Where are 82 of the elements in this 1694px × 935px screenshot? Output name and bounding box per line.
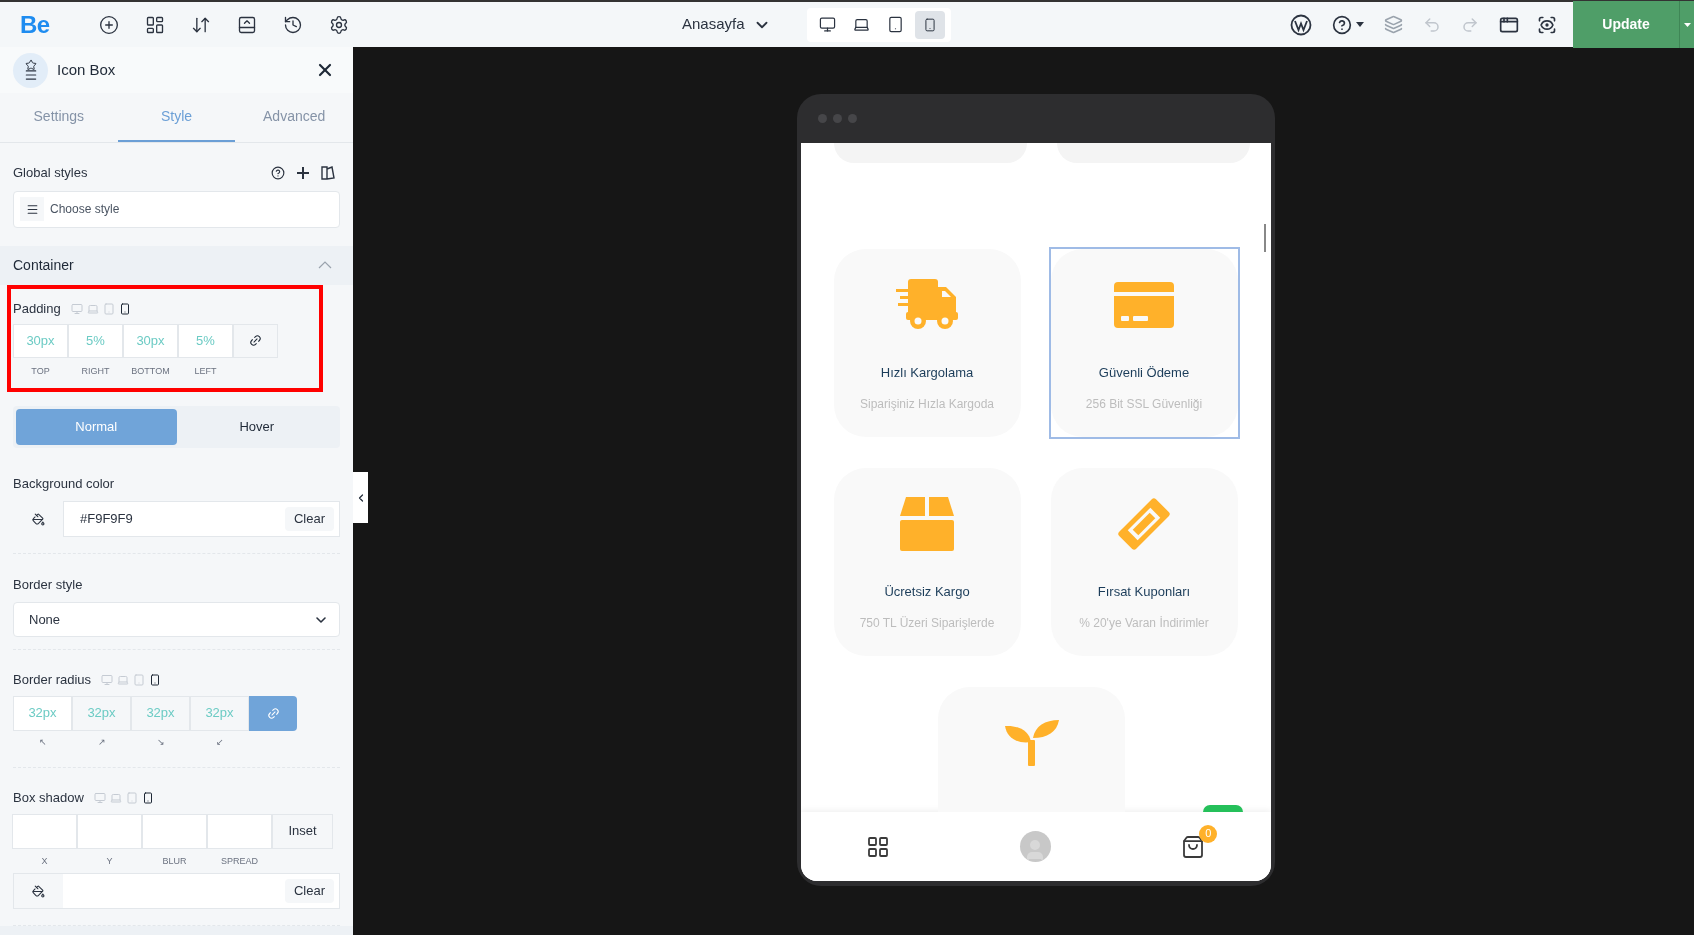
- card-subtitle: % 20'ye Varan İndirimler: [1079, 614, 1209, 632]
- card-title: Hızlı Kargolama: [880, 364, 974, 382]
- input-caption: BLUR: [162, 854, 187, 868]
- history-icon[interactable]: [283, 14, 303, 35]
- phone-icon[interactable]: [141, 791, 154, 804]
- w-logo-icon[interactable]: [1290, 13, 1312, 36]
- card-title: Fırsat Kuponları: [1097, 583, 1191, 601]
- desktop-icon: [819, 16, 837, 33]
- card-title: Ücretsiz Kargo: [884, 583, 970, 601]
- update-options-button[interactable]: [1679, 1, 1694, 48]
- scrollbar: [1263, 224, 1266, 252]
- phone-icon[interactable]: [149, 673, 162, 686]
- layout-icon[interactable]: [145, 14, 165, 35]
- help-icon[interactable]: [271, 166, 285, 181]
- shadow-input[interactable]: [77, 813, 142, 849]
- clear-button[interactable]: Clear: [284, 507, 334, 532]
- truck-icon: [896, 279, 958, 331]
- feature-card[interactable]: Güvenli Ödeme 256 Bit SSL Güvenliği: [1050, 249, 1238, 437]
- shadow-input[interactable]: [142, 813, 207, 849]
- corner-caption: ↙: [215, 735, 224, 749]
- link-values-button[interactable]: [249, 695, 297, 731]
- input-caption: X: [41, 854, 48, 868]
- color-value: #F9F9F9: [80, 510, 133, 529]
- inset-button[interactable]: Inset: [272, 813, 333, 849]
- card-title: Güvenli Ödeme: [1098, 364, 1190, 382]
- corner-caption: ↗: [97, 735, 106, 749]
- border-style-select[interactable]: None: [13, 602, 340, 638]
- sprout-icon: [1004, 720, 1059, 766]
- card-subtitle: 256 Bit SSL Güvenliği: [1085, 395, 1203, 413]
- tablet-icon: [887, 16, 905, 33]
- shadow-input[interactable]: [207, 813, 272, 849]
- field-label: Box shadow: [13, 789, 84, 808]
- phone-icon[interactable]: [118, 302, 131, 315]
- panel-icon[interactable]: [237, 14, 257, 35]
- chevron-up-icon: [318, 261, 332, 270]
- corner-caption: ↘: [156, 735, 165, 749]
- paint-bucket-icon: [31, 512, 45, 526]
- list-icon: [25, 202, 39, 216]
- grid-icon[interactable]: [865, 834, 890, 859]
- plus-icon[interactable]: [297, 167, 309, 180]
- caret-icon: [1683, 22, 1691, 27]
- section-header[interactable]: Container: [0, 245, 353, 286]
- field-label: Global styles: [13, 164, 88, 183]
- preview-icon[interactable]: [1537, 14, 1557, 35]
- credit-card-icon: [1114, 282, 1174, 328]
- feature-card[interactable]: Hızlı Kargolama Siparişiniz Hızla Kargoda: [833, 249, 1021, 437]
- card-subtitle: 750 TL Üzeri Siparişlerde: [859, 614, 995, 632]
- field-label: Background color: [13, 476, 115, 492]
- style-book-icon[interactable]: [321, 166, 335, 181]
- input-caption: TOP: [31, 364, 50, 378]
- input-caption: SPREAD: [221, 854, 258, 868]
- cart-count-badge: 0: [1199, 824, 1218, 843]
- input-caption: Y: [106, 854, 113, 868]
- field-label: Border style: [13, 577, 83, 593]
- help-icon[interactable]: [1332, 14, 1352, 35]
- laptop-icon: [853, 16, 871, 33]
- select-placeholder: Choose style: [50, 201, 120, 219]
- panel-title: Icon Box: [57, 59, 116, 80]
- color-input[interactable]: #F9F9F9 Clear: [63, 501, 340, 538]
- phone-icon: [922, 17, 937, 32]
- link-values-button[interactable]: [233, 323, 278, 358]
- page-selector[interactable]: Anasayfa: [682, 13, 771, 36]
- input-caption: LEFT: [194, 364, 217, 378]
- settings-icon[interactable]: [329, 14, 349, 35]
- input-caption: BOTTOM: [131, 364, 170, 378]
- section-title: Container: [13, 255, 74, 275]
- caret-icon[interactable]: [1356, 22, 1364, 27]
- lines-icon: [23, 67, 38, 82]
- plus-circle-icon[interactable]: [99, 14, 119, 35]
- style-select[interactable]: Choose style: [13, 190, 340, 228]
- state-toggle-button[interactable]: Hover: [176, 409, 337, 446]
- feature-card[interactable]: Ücretsiz Kargo 750 TL Üzeri Siparişlerde: [833, 468, 1021, 656]
- field-label: Padding: [13, 300, 61, 319]
- corner-caption: ↖: [38, 735, 47, 749]
- box-icon: [900, 497, 954, 551]
- field-label: Border radius: [13, 671, 92, 690]
- star-icon: [24, 58, 37, 71]
- shadow-input[interactable]: [12, 813, 77, 849]
- card-subtitle: Siparişiniz Hızla Kargoda: [859, 395, 995, 413]
- feature-card[interactable]: Fırsat Kuponları % 20'ye Varan İndirimler: [1050, 468, 1238, 656]
- bag-icon[interactable]: [1181, 834, 1206, 859]
- input-caption: RIGHT: [81, 364, 110, 378]
